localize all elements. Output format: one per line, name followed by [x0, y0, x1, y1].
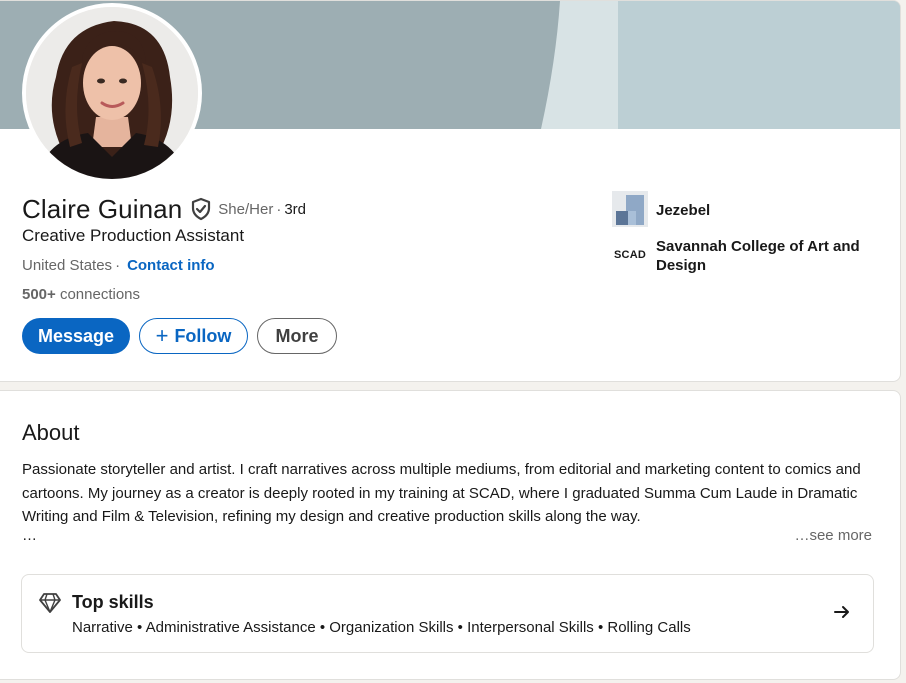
connections-link[interactable]: 500+ connections: [22, 286, 140, 303]
location-row: United States · Contact info: [22, 257, 215, 274]
school-name: Savannah College of Art and Design: [656, 238, 860, 274]
company-logo: [612, 191, 648, 227]
contact-info-link[interactable]: Contact info: [127, 257, 215, 274]
company-name: Jezebel: [656, 202, 711, 219]
top-skills-box[interactable]: Top skills Narrative • Administrative As…: [21, 574, 874, 653]
about-ellipsis: …: [22, 527, 37, 544]
profile-avatar[interactable]: [22, 3, 202, 183]
location: United States: [22, 257, 113, 274]
message-button[interactable]: Message: [22, 318, 130, 354]
follow-button[interactable]: + Follow: [139, 318, 248, 354]
connections-label: connections: [59, 286, 141, 303]
more-button[interactable]: More: [257, 318, 337, 354]
about-heading: About: [22, 420, 80, 445]
education-school[interactable]: SCAD Savannah College of Art and Design: [612, 237, 871, 275]
connection-degree: 3rd: [284, 200, 306, 218]
profile-headline: Creative Production Assistant: [22, 226, 245, 245]
see-more-button[interactable]: …see more: [794, 527, 872, 544]
top-skills-title: Top skills: [72, 592, 154, 612]
shield-check-icon[interactable]: [190, 197, 212, 221]
connections-count: 500+: [22, 286, 56, 303]
follow-label: Follow: [174, 325, 232, 346]
pronouns: She/Her: [218, 200, 274, 218]
separator-dot: ·: [115, 257, 121, 274]
arrow-right-icon[interactable]: [833, 603, 851, 621]
current-company[interactable]: Jezebel: [612, 191, 710, 227]
name-row: Claire Guinan She/Her · 3rd: [22, 193, 306, 225]
school-logo: SCAD: [614, 249, 646, 261]
profile-name: Claire Guinan: [22, 193, 183, 224]
profile-actions: Message + Follow More: [22, 318, 337, 354]
top-skills-list: Narrative • Administrative Assistance • …: [72, 619, 691, 636]
about-text: Passionate storyteller and artist. I cra…: [22, 461, 861, 525]
plus-icon: +: [155, 323, 169, 348]
separator-dot: ·: [276, 200, 282, 218]
diamond-icon: [38, 592, 62, 614]
